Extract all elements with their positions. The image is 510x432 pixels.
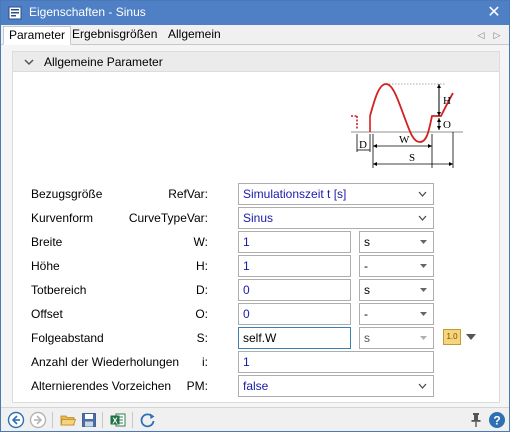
caret-down-icon (420, 288, 427, 292)
diagram-label-d: D (359, 139, 367, 151)
diagram-label-s: S (409, 152, 415, 164)
param-label-breite: Breite (31, 235, 63, 249)
offset-input[interactable]: 0 (238, 303, 351, 325)
param-symbol-repetitions: i: (202, 355, 208, 369)
param-symbol-refvar: RefVar: (168, 187, 208, 201)
param-row-refvar: Bezugsgröße RefVar: Simulationszeit t [s… (13, 183, 499, 205)
close-button[interactable]: ✕ (483, 3, 505, 23)
parameter-panel: Allgemeine Parameter H O D W S Bezugsgrö… (12, 51, 500, 403)
param-symbol-curvetype: CurveTypeVar: (128, 211, 208, 225)
param-row-offset: Offset O: 0 - (13, 303, 499, 325)
window-title: Eigenschaften - Sinus (29, 5, 146, 19)
param-label-offset: Offset (31, 307, 63, 321)
properties-window: Eigenschaften - Sinus ✕ Parameter Ergebn… (0, 0, 510, 432)
hoehe-unit-select[interactable]: - (359, 255, 434, 277)
chevron-down-icon[interactable] (23, 56, 35, 68)
tab-parameter[interactable]: Parameter (3, 26, 72, 45)
param-label-repetitions: Anzahl der Wiederholungen (31, 355, 180, 369)
param-label-curvetype: Kurvenform (31, 211, 94, 225)
hoehe-unit-value: - (364, 259, 368, 273)
refvar-select[interactable]: Simulationszeit t [s] (238, 183, 434, 205)
tab-prev-icon[interactable]: ◁ (475, 28, 487, 42)
param-symbol-hoehe: H: (196, 259, 208, 273)
caret-down-icon (420, 240, 427, 244)
diagram-label-w: W (399, 134, 410, 146)
properties-window-icon (8, 6, 22, 20)
breite-input[interactable]: 1 (238, 231, 351, 253)
breite-unit-select[interactable]: s (359, 231, 434, 253)
folgeabstand-unit-value: s (364, 331, 370, 345)
chevron-down-icon (418, 191, 427, 197)
save-icon[interactable] (80, 411, 98, 429)
panel-title: Allgemeine Parameter (44, 55, 163, 69)
caret-down-icon (420, 312, 427, 316)
caret-down-icon (420, 336, 427, 340)
param-row-folgeabstand: Folgeabstand S: self.W s 1.0 (13, 327, 499, 349)
folgeabstand-input[interactable]: self.W (238, 327, 351, 349)
param-symbol-folgeabstand: S: (196, 331, 208, 345)
toolbar-separator (132, 412, 133, 428)
excel-export-icon[interactable]: X (109, 411, 127, 429)
close-icon: ✕ (487, 4, 501, 21)
repetitions-input[interactable]: 1 (238, 351, 434, 373)
alternating-sign-value: false (243, 379, 269, 393)
param-row-repetitions: Anzahl der Wiederholungen i: 1 (13, 351, 499, 373)
totbereich-unit-select[interactable]: s (359, 279, 434, 301)
pin-icon[interactable] (467, 411, 485, 429)
curvetype-select[interactable]: Sinus (238, 207, 434, 229)
param-row-totbereich: Totbereich D: 0 s (13, 279, 499, 301)
param-symbol-breite: W: (193, 235, 208, 249)
chevron-down-icon (418, 383, 427, 389)
offset-unit-value: - (364, 307, 368, 321)
expression-menu-icon[interactable] (464, 330, 478, 344)
open-folder-icon[interactable] (59, 411, 77, 429)
param-symbol-totbereich: D: (196, 283, 208, 297)
svg-text:X: X (112, 416, 118, 425)
curvetype-value: Sinus (243, 211, 274, 225)
forward-icon[interactable] (29, 411, 47, 429)
hoehe-input[interactable]: 1 (238, 255, 351, 277)
back-icon[interactable] (7, 411, 25, 429)
content-area: Allgemeine Parameter H O D W S Bezugsgrö… (1, 45, 509, 407)
bottom-toolbar: X ? (1, 407, 509, 431)
diagram-label-o: O (443, 119, 451, 131)
breite-unit-value: s (364, 235, 370, 249)
param-label-totbereich: Totbereich (31, 283, 87, 297)
param-row-curvetype: Kurvenform CurveTypeVar: Sinus (13, 207, 499, 229)
param-label-refvar: Bezugsgröße (31, 187, 103, 201)
diagram-label-h: H (443, 95, 451, 107)
param-label-alternating-sign: Alternierendes Vorzeichen (31, 379, 172, 393)
toolbar-separator (102, 412, 103, 428)
param-symbol-alternating-sign: PM: (186, 379, 208, 393)
expression-value-badge[interactable]: 1.0 (443, 329, 461, 345)
refvar-value: Simulationszeit t [s] (243, 187, 347, 201)
svg-text:?: ? (493, 414, 500, 428)
title-bar: Eigenschaften - Sinus ✕ (1, 1, 509, 25)
refresh-icon[interactable] (139, 411, 157, 429)
caret-down-icon (420, 264, 427, 268)
param-symbol-offset: O: (195, 307, 208, 321)
offset-unit-select[interactable]: - (359, 303, 434, 325)
sine-curve-diagram: H O D W S (349, 78, 467, 174)
tab-ergebnisgroessen[interactable]: Ergebnisgrößen (67, 26, 162, 45)
totbereich-unit-value: s (364, 283, 370, 297)
param-row-alternating-sign: Alternierendes Vorzeichen PM: false (13, 375, 499, 397)
param-row-breite: Breite W: 1 s (13, 231, 499, 253)
tab-bar: Parameter Ergebnisgrößen Allgemein ◁ ▷ (1, 25, 509, 45)
folgeabstand-unit-select[interactable]: s (359, 327, 434, 349)
totbereich-input[interactable]: 0 (238, 279, 351, 301)
param-row-hoehe: Höhe H: 1 - (13, 255, 499, 277)
tab-allgemein[interactable]: Allgemein (163, 26, 226, 45)
toolbar-separator (52, 412, 53, 428)
param-label-folgeabstand: Folgeabstand (31, 331, 104, 345)
alternating-sign-select[interactable]: false (238, 375, 434, 397)
help-icon[interactable]: ? (488, 411, 506, 429)
chevron-down-icon (418, 215, 427, 221)
param-label-hoehe: Höhe (31, 259, 60, 273)
panel-header[interactable]: Allgemeine Parameter (13, 52, 499, 72)
tab-next-icon[interactable]: ▷ (491, 28, 503, 42)
